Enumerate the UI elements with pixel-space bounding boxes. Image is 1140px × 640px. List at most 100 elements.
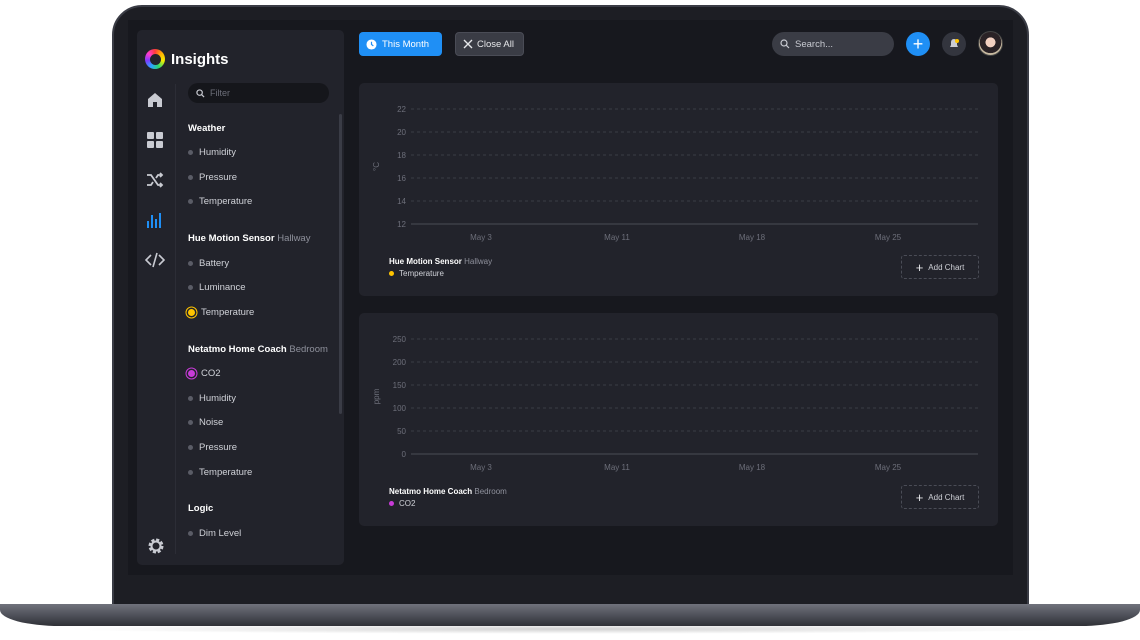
y-tick-label: 12: [397, 220, 406, 229]
legend-room: Bedroom: [474, 487, 507, 496]
y-axis-label: ppm: [372, 388, 381, 404]
app-title: Insights: [171, 50, 229, 68]
list-item[interactable]: Pressure: [188, 442, 237, 453]
status-dot: [188, 445, 193, 450]
y-axis-label: °C: [372, 162, 381, 171]
group-netatmo-home-coach[interactable]: Netatmo Home Coach Bedroom: [188, 344, 328, 355]
laptop-base: [0, 604, 1140, 626]
x-tick-label: May 25: [875, 463, 902, 472]
x-tick-label: May 11: [604, 463, 630, 472]
group-name: Hue Motion Sensor: [188, 233, 275, 244]
add-chart-button[interactable]: + Add Chart: [901, 255, 979, 279]
y-tick-label: 250: [393, 335, 407, 344]
item-label: Temperature: [199, 196, 253, 207]
add-button[interactable]: +: [906, 32, 930, 56]
list-item[interactable]: Humidity: [188, 147, 236, 158]
list-item[interactable]: Temperature: [188, 196, 252, 207]
chart-legend: Netatmo Home Coach Bedroom CO2: [389, 487, 507, 508]
status-dot: [188, 261, 193, 266]
item-label: Temperature: [201, 307, 255, 318]
list-item[interactable]: Dim Level: [188, 528, 241, 539]
item-label: Pressure: [199, 442, 238, 453]
item-label: Noise: [199, 417, 224, 428]
status-dot: [188, 531, 193, 536]
x-tick-label: May 18: [739, 233, 766, 242]
legend-device: Hue Motion Sensor: [389, 257, 462, 266]
status-dot: [188, 285, 193, 290]
x-tick-label: May 11: [604, 233, 630, 242]
bar-chart-icon[interactable]: [145, 210, 165, 230]
search-input[interactable]: Search...: [772, 32, 894, 56]
grid-icon[interactable]: [145, 130, 165, 150]
this-month-button[interactable]: This Month: [359, 32, 442, 56]
item-label: Battery: [199, 258, 230, 269]
search-icon: [196, 88, 205, 98]
list-item[interactable]: Noise: [188, 417, 223, 428]
close-all-label: Close All: [477, 38, 514, 50]
bell-icon[interactable]: [942, 32, 966, 56]
legend-device: Netatmo Home Coach: [389, 487, 473, 496]
gear-icon[interactable]: [146, 536, 166, 556]
plus-icon: +: [915, 489, 924, 505]
status-dot: [188, 150, 193, 155]
selected-dot: [188, 309, 195, 316]
list-item[interactable]: Humidity: [188, 393, 236, 404]
list-item[interactable]: Battery: [188, 258, 229, 269]
logo-ring-icon: [145, 49, 165, 69]
item-label: Humidity: [199, 393, 236, 404]
selected-dot: [188, 370, 195, 377]
item-label: Pressure: [199, 172, 238, 183]
code-icon[interactable]: [145, 250, 165, 270]
y-tick-label: 100: [393, 404, 407, 413]
filter-input[interactable]: Filter: [188, 83, 329, 103]
status-dot: [188, 199, 193, 204]
brand: Insights: [145, 49, 229, 69]
shuffle-icon[interactable]: [145, 170, 165, 190]
sidebar-divider: [175, 84, 176, 554]
list-item-selected[interactable]: CO2: [188, 368, 221, 379]
chart-card-co2: 250 200 150 100 50 0 ppm May 3 May 11 May 18 May 2…: [359, 313, 998, 526]
y-tick-label: 150: [393, 381, 407, 390]
y-tick-label: 18: [397, 151, 406, 160]
avatar[interactable]: [978, 31, 1003, 56]
item-label: Luminance: [199, 282, 246, 293]
status-dot: [188, 470, 193, 475]
item-label: Dim Level: [199, 528, 242, 539]
y-tick-label: 20: [397, 128, 406, 137]
y-tick-label: 14: [397, 197, 406, 206]
chart-legend: Hue Motion Sensor Hallway Temperature: [389, 257, 492, 278]
legend-series: CO2: [399, 499, 416, 508]
x-tick-label: May 3: [470, 233, 492, 242]
add-chart-label: Add Chart: [928, 492, 965, 502]
item-label: Humidity: [199, 147, 236, 158]
sidebar: Insights Filter Weather Humidity Pressur…: [137, 30, 344, 565]
clock-icon: [366, 38, 377, 50]
group-name: Netatmo Home Coach: [188, 344, 287, 355]
close-all-button[interactable]: Close All: [455, 32, 524, 56]
add-chart-button[interactable]: + Add Chart: [901, 485, 979, 509]
legend-room: Hallway: [464, 257, 493, 266]
group-room: Bedroom: [289, 344, 328, 355]
legend-dot: [389, 271, 394, 276]
temperature-chart: 22 20 18 16 14 12 °C May 3 May 11 May 18 May 25: [372, 105, 978, 242]
group-room: Hallway: [277, 233, 311, 244]
status-dot: [188, 420, 193, 425]
item-label: CO2: [201, 368, 221, 379]
list-item-selected[interactable]: Temperature: [188, 307, 254, 318]
y-tick-label: 50: [397, 427, 406, 436]
status-dot: [188, 175, 193, 180]
list-item[interactable]: Temperature: [188, 467, 252, 478]
sidebar-scrollbar[interactable]: [339, 114, 342, 414]
home-icon[interactable]: [145, 90, 165, 110]
chart-card-temperature: 22 20 18 16 14 12 °C May 3 May 11 May 18 May 25 Hu…: [359, 83, 998, 296]
this-month-label: This Month: [382, 38, 429, 50]
group-weather[interactable]: Weather: [188, 123, 225, 134]
x-tick-label: May 3: [470, 463, 492, 472]
legend-dot: [389, 501, 394, 506]
group-hue-motion-sensor[interactable]: Hue Motion Sensor Hallway: [188, 233, 310, 244]
group-name: Weather: [188, 123, 226, 134]
filter-placeholder: Filter: [210, 88, 230, 98]
group-logic[interactable]: Logic: [188, 503, 213, 514]
list-item[interactable]: Pressure: [188, 172, 237, 183]
list-item[interactable]: Luminance: [188, 282, 245, 293]
